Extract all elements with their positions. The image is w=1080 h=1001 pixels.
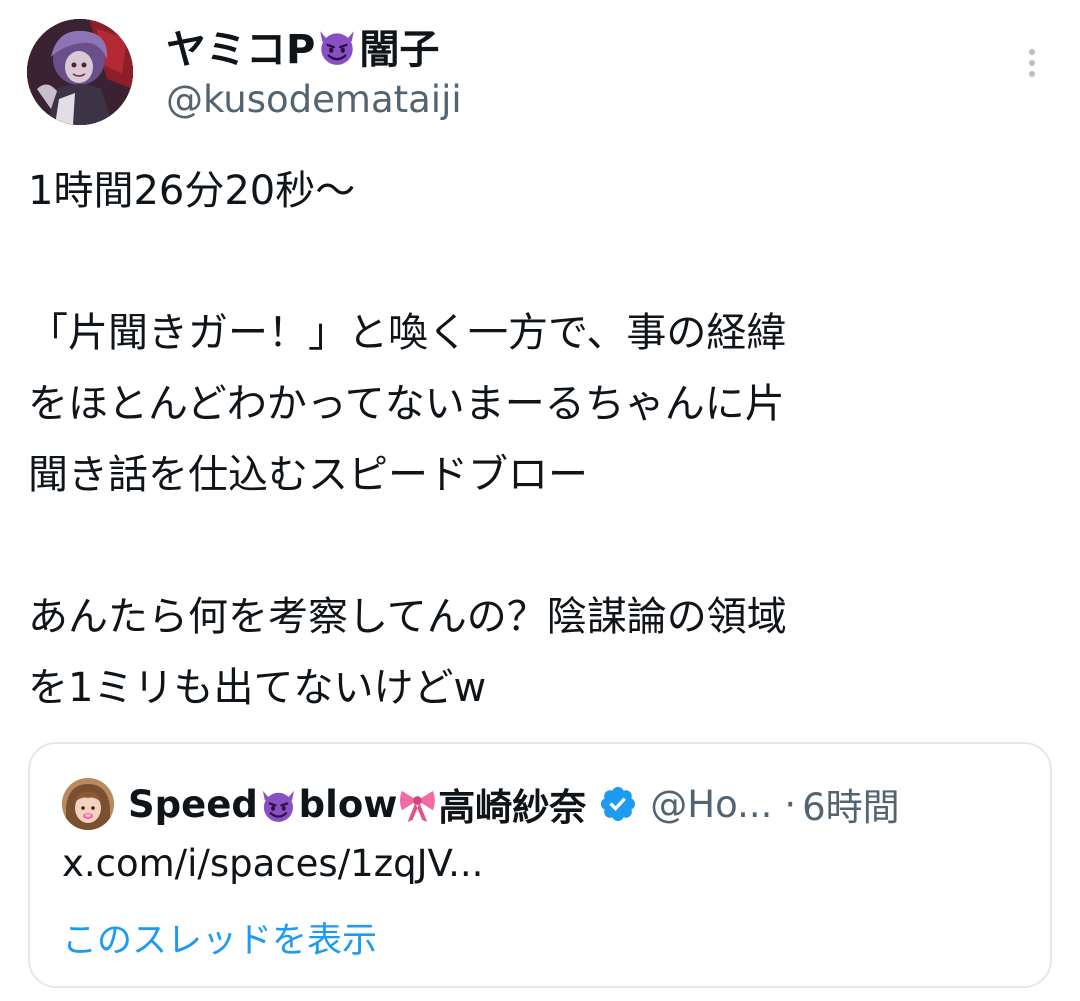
author-avatar-image xyxy=(27,19,133,125)
more-options-button[interactable] xyxy=(1012,38,1052,88)
ribbon-emoji-icon xyxy=(400,790,436,822)
tweet-text: 1時間26分20秒〜 「片聞きガー！」と喚く一方で、事の経緯 をほとんどわかって… xyxy=(28,156,1058,724)
smiling-devil-emoji-icon xyxy=(320,31,355,65)
quoted-meta-separator: · xyxy=(784,782,797,826)
show-thread-link[interactable]: このスレッドを表示 xyxy=(62,912,377,963)
tweet-line: 聞き話を仕込むスピードブロー xyxy=(28,452,588,498)
smiling-devil-emoji-icon xyxy=(262,790,294,822)
author-name-part1: ヤミコP xyxy=(166,27,316,73)
quoted-tweet-header: Speed blow 高崎紗奈 @Ho... · 6時間 xyxy=(128,774,900,834)
quoted-author-name[interactable]: Speed blow 高崎紗奈 xyxy=(128,777,586,831)
quoted-name-part1: Speed xyxy=(128,782,258,826)
quoted-author-avatar[interactable] xyxy=(62,778,114,830)
tweet-line: あんたら何を考察してんの？陰謀論の領域 xyxy=(28,594,787,640)
author-handle[interactable]: @kusodemataiji xyxy=(166,78,462,121)
quoted-name-part2: blow xyxy=(298,782,398,826)
tweet-line: を1ミリも出てないけどw xyxy=(28,665,487,711)
author-name-part2: 闇子 xyxy=(359,27,440,73)
quoted-tweet-link[interactable]: x.com/i/spaces/1zqJV... xyxy=(62,842,483,885)
quoted-tweet-card[interactable]: Speed blow 高崎紗奈 @Ho... · 6時間 x.com/i/spa… xyxy=(28,742,1052,988)
more-vertical-icon-dot xyxy=(1029,60,1035,66)
quoted-author-handle[interactable]: @Ho... xyxy=(650,783,772,826)
more-vertical-icon xyxy=(1029,49,1035,55)
quoted-author-avatar-image xyxy=(62,778,114,830)
more-vertical-icon-dot xyxy=(1029,71,1035,77)
quoted-timestamp[interactable]: 6時間 xyxy=(802,777,900,831)
tweet-line: をほとんどわかってないまーるちゃんに片 xyxy=(28,381,785,427)
tweet-line: 1時間26分20秒〜 xyxy=(28,168,356,214)
tweet-line: 「片聞きガー！」と喚く一方で、事の経緯 xyxy=(28,310,787,356)
quoted-name-part3: 高崎紗奈 xyxy=(438,786,587,829)
author-display-name[interactable]: ヤミコP 闇子 xyxy=(166,18,439,74)
verified-badge-icon xyxy=(601,786,636,822)
author-avatar[interactable] xyxy=(27,19,133,125)
